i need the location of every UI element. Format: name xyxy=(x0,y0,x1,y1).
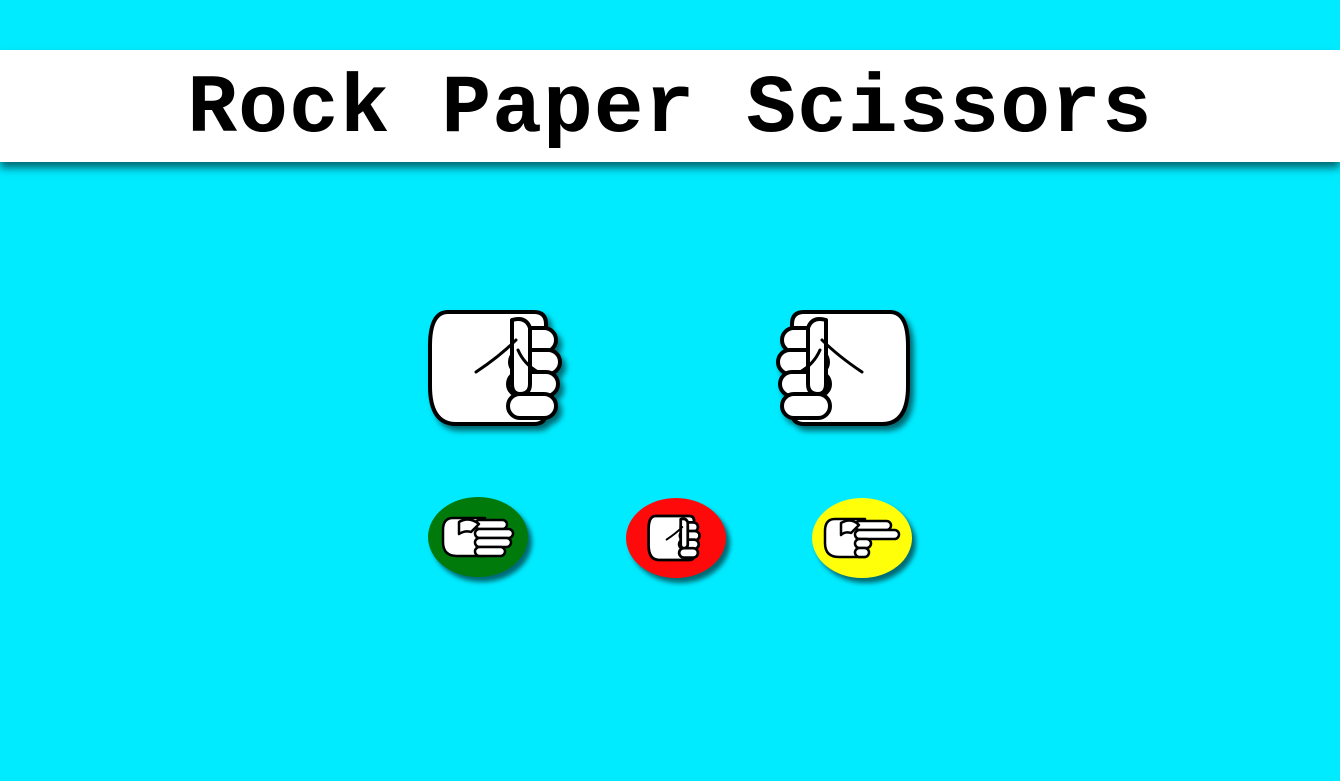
right-hand xyxy=(764,306,912,430)
rock-button[interactable] xyxy=(626,498,726,578)
fist-icon xyxy=(647,514,701,562)
fist-icon xyxy=(776,310,910,426)
flat-hand-icon xyxy=(441,516,515,558)
paper-button[interactable] xyxy=(428,497,528,577)
left-hand xyxy=(426,306,574,430)
fist-icon xyxy=(428,310,562,426)
two-finger-hand-icon xyxy=(823,517,901,559)
game-title: Rock Paper Scissors xyxy=(187,61,1153,156)
title-bar: Rock Paper Scissors xyxy=(0,50,1340,162)
scissors-button[interactable] xyxy=(812,498,912,578)
